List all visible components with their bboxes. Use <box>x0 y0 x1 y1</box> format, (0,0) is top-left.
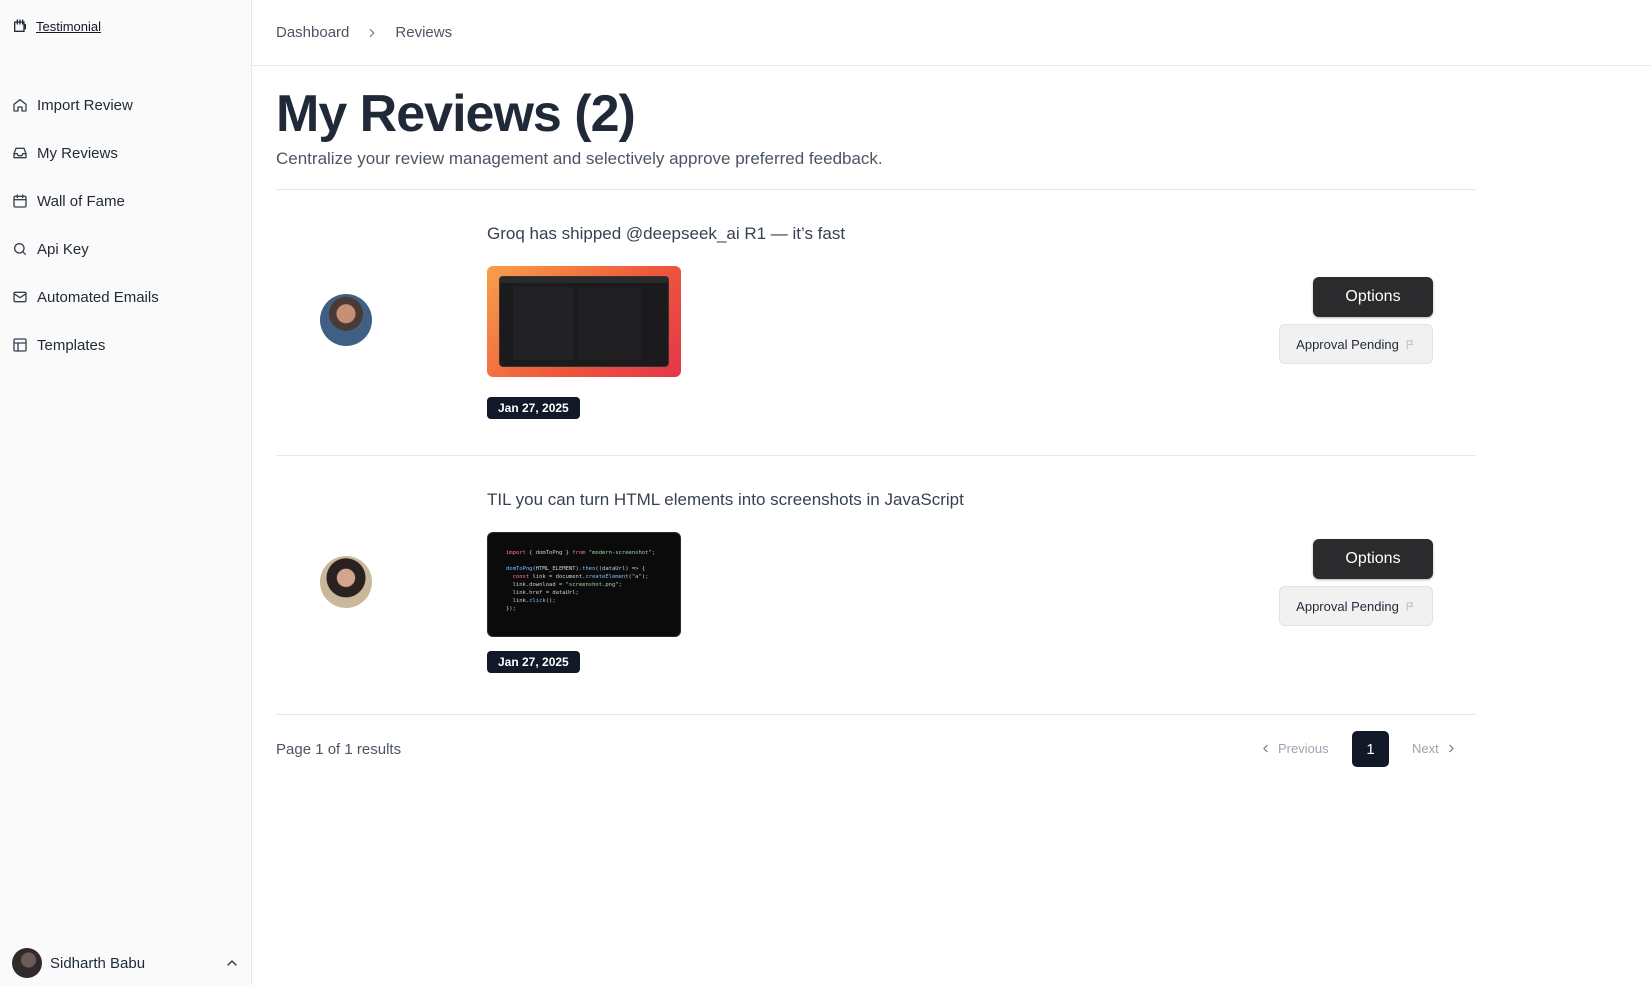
review-card: TIL you can turn HTML elements into scre… <box>276 456 1476 716</box>
brand[interactable]: Testimonial <box>12 18 101 34</box>
next-page-button[interactable]: Next <box>1412 741 1458 756</box>
user-name: Sidharth Babu <box>50 954 146 972</box>
review-card: Groq has shipped @deepseek_ai R1 — it’s … <box>276 190 1476 457</box>
review-code-image[interactable]: import { domToPng } from "modern-screens… <box>487 532 681 638</box>
sidebar-item-label: Templates <box>37 336 106 354</box>
flag-icon <box>1406 601 1413 611</box>
page-subtitle: Centralize your review management and se… <box>276 149 883 169</box>
breadcrumb-dashboard[interactable]: Dashboard <box>276 24 349 41</box>
next-label: Next <box>1412 741 1439 757</box>
sidebar-item-label: Import Review <box>37 96 133 114</box>
date-badge: Jan 27, 2025 <box>487 397 580 420</box>
previous-page-button[interactable]: Previous <box>1259 741 1329 756</box>
pagination: Page 1 of 1 results Previous 1 Next <box>276 715 1476 785</box>
sidebar-nav: Import Review My Reviews Wall of Fame Ap… <box>0 81 252 369</box>
approval-pending-button[interactable]: Approval Pending <box>1279 324 1433 365</box>
user-menu[interactable]: Sidharth Babu <box>12 947 240 979</box>
calendar-icon <box>13 194 27 208</box>
page-number-button[interactable]: 1 <box>1352 731 1389 768</box>
layout-icon <box>13 338 27 352</box>
options-button[interactable]: Options <box>1313 277 1433 318</box>
flag-icon <box>1406 339 1413 349</box>
page-title: My Reviews (2) <box>276 85 636 143</box>
sidebar-item-label: Wall of Fame <box>37 192 125 210</box>
chevron-right-icon <box>1449 744 1454 753</box>
sidebar: Testimonial Import Review My Reviews Wal… <box>0 0 252 985</box>
code-line: import { domToPng } from "modern-screens… <box>506 550 656 557</box>
mail-icon <box>13 291 27 303</box>
search-icon <box>14 243 26 255</box>
code-line: link.href = dataUrl; <box>506 590 579 597</box>
pagination-info: Page 1 of 1 results <box>276 741 402 759</box>
sidebar-item-my-reviews[interactable]: My Reviews <box>0 129 252 177</box>
options-button[interactable]: Options <box>1313 539 1433 580</box>
sidebar-item-import-review[interactable]: Import Review <box>0 81 252 129</box>
date-badge: Jan 27, 2025 <box>487 651 580 674</box>
sidebar-item-label: Automated Emails <box>37 288 159 306</box>
code-line: domToPng(HTML_ELEMENT).then((dataUrl) =>… <box>506 566 646 573</box>
inbox-icon <box>13 147 27 159</box>
review-text: TIL you can turn HTML elements into scre… <box>487 490 964 510</box>
code-line: }); <box>506 606 516 613</box>
chevron-right-icon <box>370 28 375 37</box>
avatar <box>12 948 42 978</box>
approval-status-label: Approval Pending <box>1296 598 1399 614</box>
code-line: link.download = "screenshot.png"; <box>506 582 622 589</box>
chevron-up-icon <box>227 960 237 966</box>
code-line: link.click(); <box>506 598 556 605</box>
chevron-left-icon <box>1263 744 1268 753</box>
review-image[interactable] <box>487 266 681 378</box>
review-text: Groq has shipped @deepseek_ai R1 — it’s … <box>487 224 846 244</box>
reviewer-avatar <box>320 556 372 609</box>
testimonial-icon <box>14 19 26 32</box>
approval-pending-button[interactable]: Approval Pending <box>1279 586 1433 627</box>
sidebar-item-wall-of-fame[interactable]: Wall of Fame <box>0 177 252 225</box>
previous-label: Previous <box>1278 741 1329 757</box>
sidebar-item-templates[interactable]: Templates <box>0 321 252 369</box>
code-line: const link = document.createElement("a")… <box>512 574 649 581</box>
brand-label: Testimonial <box>36 18 102 34</box>
sidebar-item-label: Api Key <box>37 240 89 258</box>
sidebar-item-api-key[interactable]: Api Key <box>0 225 252 273</box>
breadcrumb-reviews[interactable]: Reviews <box>395 24 452 41</box>
app-window-preview <box>499 276 669 368</box>
reviewer-avatar <box>320 294 372 347</box>
main-content: My Reviews (2) Centralize your review ma… <box>276 66 1476 785</box>
approval-status-label: Approval Pending <box>1296 336 1399 352</box>
sidebar-item-automated-emails[interactable]: Automated Emails <box>0 273 252 321</box>
home-icon <box>13 99 27 112</box>
breadcrumb: Dashboard Reviews <box>252 0 1651 66</box>
sidebar-item-label: My Reviews <box>37 144 118 162</box>
